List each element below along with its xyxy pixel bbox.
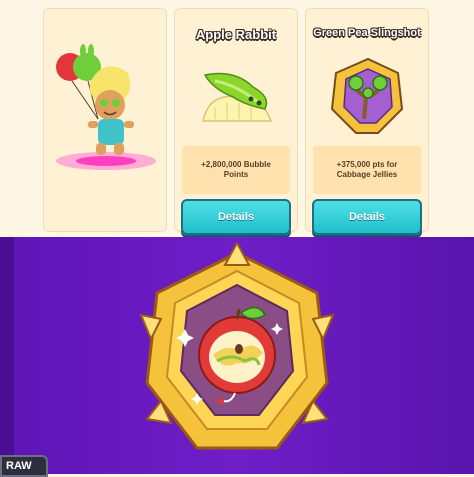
card-title: Apple Rabbit — [195, 27, 277, 42]
apple-rabbit-card: Apple Rabbit +2,800,000 Bubble Points De… — [174, 8, 298, 235]
apple-cookie-character-icon — [56, 44, 156, 170]
green-pea-slingshot-details-button[interactable]: Details — [312, 199, 422, 235]
apple-rabbit-details-button[interactable]: Details — [181, 199, 291, 235]
card-title: Green Pea Slingshot — [313, 27, 421, 39]
green-pea-slingshot-card: Green Pea Slingshot +375,000 pts for Cab… — [305, 8, 429, 235]
card-description: +2,800,000 Bubble Points — [182, 146, 290, 194]
card-description: +375,000 pts for Cabbage Jellies — [313, 146, 421, 194]
apple-treasure-medal-icon — [139, 243, 335, 450]
bottom-panel: RAW — [0, 237, 474, 477]
green-pea-slingshot-treasure-icon — [330, 57, 404, 134]
apple-rabbit-pet-icon — [202, 72, 273, 122]
side-rail — [0, 237, 14, 474]
top-panel: Apple Rabbit +2,800,000 Bubble Points De… — [0, 0, 474, 237]
cookie-card — [43, 8, 167, 232]
